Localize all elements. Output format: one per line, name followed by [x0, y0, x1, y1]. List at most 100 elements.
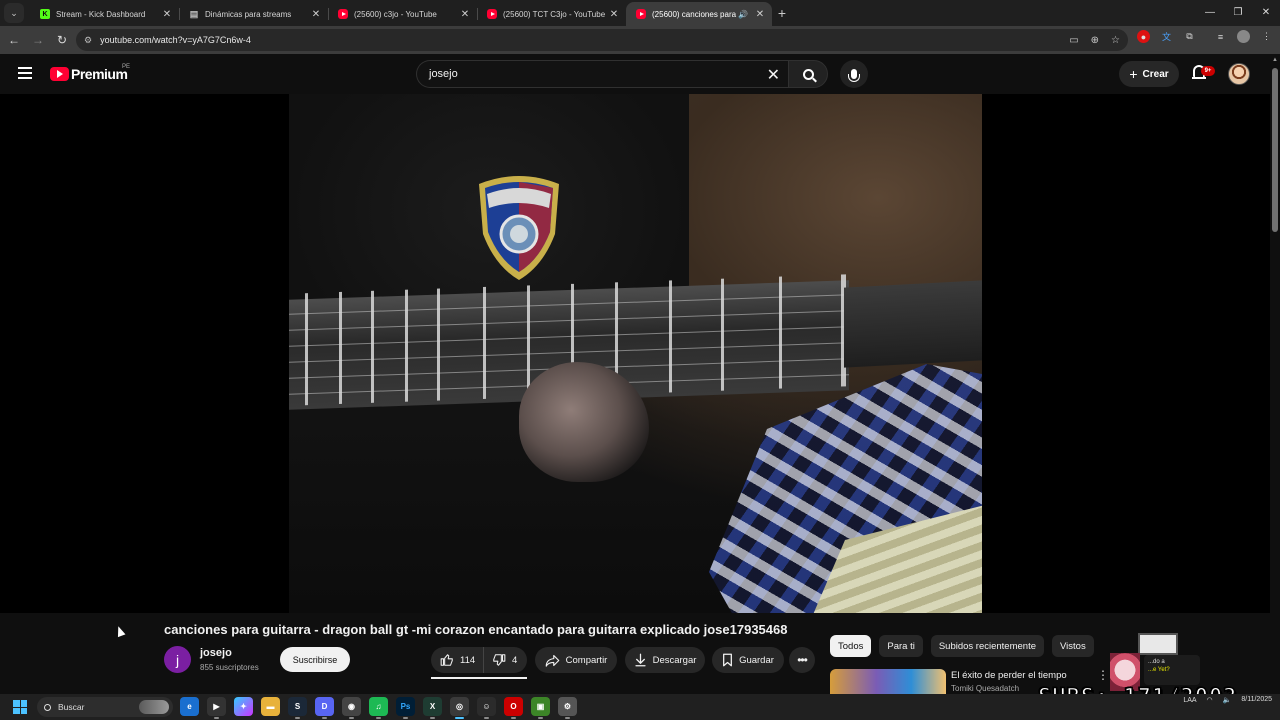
opera-icon[interactable]: O — [504, 697, 523, 719]
more-actions-button[interactable]: ••• — [789, 647, 815, 673]
minecraft-icon[interactable]: ▣ — [531, 697, 550, 719]
tab-search-icon[interactable]: ⌄ — [4, 3, 24, 23]
spotify-icon[interactable]: ♫ — [369, 697, 388, 719]
youtube-premium-logo[interactable]: Premium — [50, 66, 128, 82]
tab-close-icon[interactable]: ✕ — [459, 9, 471, 20]
taskbar-search-input[interactable]: Buscar — [37, 697, 173, 717]
page-scrollbar[interactable]: ▲ — [1270, 54, 1280, 694]
reload-icon[interactable]: ↻ — [51, 33, 73, 47]
share-button[interactable]: Compartir — [535, 647, 617, 673]
like-count: 114 — [460, 654, 476, 666]
youtube-icon — [338, 9, 348, 19]
obs-icon[interactable]: ◉ — [342, 697, 361, 719]
recommendation-title[interactable]: El éxito de perder el tiempo — [951, 670, 1067, 681]
download-button[interactable]: Descargar — [625, 647, 705, 673]
media-player-icon[interactable]: ▶ — [207, 697, 226, 719]
close-window-button[interactable]: ✕ — [1252, 0, 1280, 26]
excel-icon[interactable]: X — [423, 697, 442, 719]
site-settings-icon[interactable]: ⚙ — [84, 35, 92, 46]
download-icon — [634, 653, 646, 667]
tab-close-icon[interactable]: ✕ — [161, 9, 173, 20]
youtube-icon — [487, 9, 497, 19]
back-arrow-icon[interactable]: ← — [3, 33, 25, 47]
like-button[interactable]: 114 — [431, 647, 484, 673]
tray-date[interactable]: 8/11/2025 — [1241, 696, 1272, 704]
channel-avatar[interactable]: j — [164, 646, 191, 673]
volume-icon[interactable]: 🔈 — [1223, 696, 1232, 704]
notification-badge: 9+ — [1201, 66, 1215, 76]
profile-icon[interactable] — [1237, 30, 1250, 43]
discord-icon[interactable]: D — [315, 697, 334, 719]
dislike-button[interactable]: 4 — [484, 653, 517, 667]
taskbar-search-placeholder: Buscar — [58, 702, 85, 712]
account-avatar[interactable] — [1228, 63, 1250, 85]
youtube-icon — [636, 9, 646, 19]
bookmark-star-icon[interactable]: ☆ — [1111, 35, 1120, 46]
club-crest-image — [479, 176, 559, 280]
search-highlight-image — [139, 700, 169, 714]
file-explorer-icon[interactable]: ▬ — [261, 697, 280, 716]
create-button[interactable]: + Crear — [1119, 61, 1179, 87]
scroll-thumb[interactable] — [1272, 68, 1278, 232]
maximize-button[interactable]: ❐ — [1224, 0, 1252, 26]
settings-gear-icon[interactable]: ⚙ — [558, 697, 577, 719]
tab-kick-dashboard[interactable]: K Stream - Kick Dashboard ✕ — [30, 2, 179, 26]
tab-tct-c3jo-youtube[interactable]: (25600) TCT C3jo - YouTube ✕ — [477, 2, 626, 26]
speaker-icon[interactable]: 🔊 — [738, 10, 748, 19]
voice-search-button[interactable] — [840, 60, 868, 88]
overlay-pc-image — [1138, 633, 1178, 655]
chip-todos[interactable]: Todos — [830, 635, 872, 657]
browser-toolbar: ← → ↻ ⚙ youtube.com/watch?v=yA7G7Cn6w-4 … — [0, 26, 1280, 54]
recommendation-thumbnail[interactable] — [830, 669, 946, 694]
tab-c3jo-youtube[interactable]: (25600) c3jo - YouTube ✕ — [328, 2, 477, 26]
chrome-menu-icon[interactable]: ⋮ — [1260, 30, 1273, 43]
tab-dinamicas[interactable]: ▤ Dinámicas para streams ✕ — [179, 2, 328, 26]
photoshop-icon[interactable]: Ps — [396, 697, 415, 719]
thumbs-up-icon — [440, 654, 453, 666]
chrome-icon[interactable]: ◎ — [450, 697, 469, 719]
document-icon: ▤ — [189, 8, 199, 19]
kick-icon: K — [40, 9, 50, 19]
edge-icon[interactable]: e — [180, 697, 199, 716]
menu-icon[interactable] — [18, 67, 32, 79]
puzzle-extensions-icon[interactable]: ⧉ — [1183, 30, 1196, 43]
record-extension-icon[interactable]: ● — [1137, 30, 1150, 43]
steam-icon[interactable]: S — [288, 697, 307, 719]
copilot-icon[interactable]: ✦ — [234, 697, 253, 716]
scroll-up-icon[interactable]: ▲ — [1272, 57, 1278, 63]
video-title: canciones para guitarra - dragon ball gt… — [164, 622, 788, 637]
media-controls-icon[interactable]: ≡ — [1214, 30, 1227, 43]
mouse-cursor-icon — [114, 624, 126, 638]
chip-para-ti[interactable]: Para ti — [879, 635, 923, 657]
address-bar[interactable]: ⚙ youtube.com/watch?v=yA7G7Cn6w-4 ▭ ⊕ ☆ — [76, 29, 1128, 51]
wifi-icon[interactable]: ◠ — [1207, 696, 1213, 704]
search-button[interactable] — [788, 60, 828, 88]
video-player[interactable] — [0, 94, 1270, 613]
clear-search-icon[interactable]: ✕ — [767, 65, 780, 85]
chip-subidos-recientemente[interactable]: Subidos recientemente — [930, 635, 1044, 657]
chip-vistos[interactable]: Vistos — [1052, 635, 1094, 657]
overlay-chat-line: ...e Yet? — [1148, 667, 1170, 674]
thumbs-down-icon — [493, 654, 506, 666]
cast-icon[interactable]: ▭ — [1069, 35, 1078, 46]
windows-start-icon[interactable] — [13, 700, 27, 714]
forward-arrow-icon[interactable]: → — [27, 33, 49, 47]
github-icon[interactable]: ☺ — [477, 697, 496, 719]
language-indicator[interactable]: LAA — [1183, 697, 1196, 704]
recommendation-menu-icon[interactable]: ⋮ — [1097, 668, 1109, 682]
share-label: Compartir — [565, 654, 608, 666]
recommendation-channel[interactable]: Tomiki Quesadatch — [951, 684, 1019, 693]
new-tab-button[interactable]: + — [772, 5, 792, 21]
zoom-icon[interactable]: ⊕ — [1091, 35, 1099, 46]
tab-close-icon[interactable]: ✕ — [608, 9, 620, 20]
save-button[interactable]: Guardar — [712, 647, 784, 673]
video-frame[interactable] — [289, 94, 982, 613]
subscribe-button[interactable]: Suscribirse — [280, 647, 350, 672]
tab-close-icon[interactable]: ✕ — [310, 9, 322, 20]
translate-extension-icon[interactable]: 文 — [1160, 30, 1173, 43]
tab-close-icon[interactable]: ✕ — [754, 9, 766, 20]
channel-name[interactable]: josejo — [200, 647, 232, 659]
search-input[interactable]: josejo ✕ — [416, 60, 788, 88]
tab-canciones-active[interactable]: (25600) canciones para guita 🔊 ✕ — [626, 2, 772, 26]
minimize-button[interactable]: — — [1196, 0, 1224, 26]
